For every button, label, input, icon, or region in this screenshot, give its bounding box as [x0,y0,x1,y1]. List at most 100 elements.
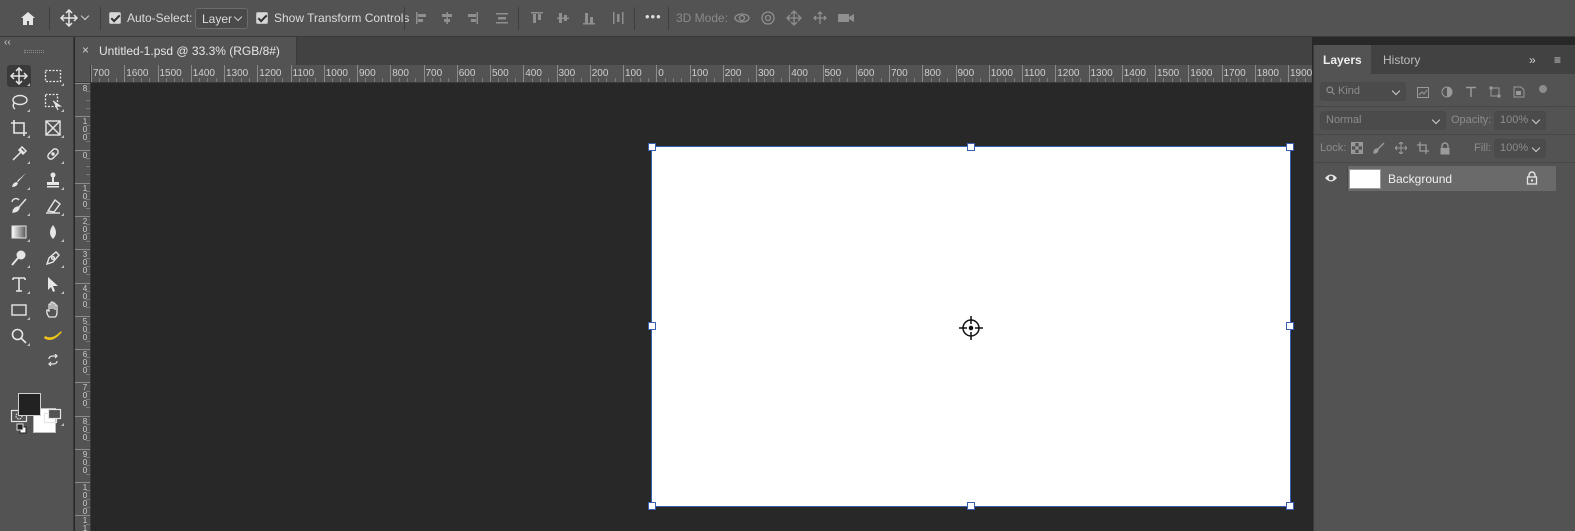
ruler-label: 300 [758,68,775,79]
ruler-minor-tick [215,78,217,82]
document-tab[interactable]: × Untitled-1.psd @ 33.3% (RGB/8#) [75,37,297,65]
gradient-tool-button[interactable] [7,221,31,243]
crop-tool-button[interactable] [7,117,31,139]
move-tool-icon[interactable] [59,8,79,28]
tool-preset-chevron-icon[interactable] [80,8,94,28]
transform-handle-bottom-left[interactable] [648,502,656,510]
ruler-minor-tick [415,78,417,82]
blend-mode-dropdown[interactable]: Normal [1320,111,1446,130]
lock-image-pixels-icon[interactable] [1372,141,1386,155]
filter-pixel-layers-icon[interactable] [1416,85,1430,99]
ruler-origin[interactable] [75,65,91,83]
transform-handle-top[interactable] [967,143,975,151]
layer-thumbnail[interactable] [1349,169,1381,189]
banana-tool-button[interactable] [41,325,65,347]
rectangle-tool-button[interactable] [7,299,31,321]
move-tool-button[interactable] [7,65,31,87]
ruler-label: 700 [93,68,110,79]
ruler-major-tick [889,65,890,82]
frame-tool-button[interactable] [41,117,65,139]
dodge-tool-button[interactable] [7,247,31,269]
expand-panels-button[interactable]: » [1529,53,1536,67]
blur-tool-button[interactable] [41,221,65,243]
clone-stamp-tool-button[interactable] [41,169,65,191]
layer-lock-icon[interactable] [1526,171,1538,185]
lock-transparent-pixels-icon[interactable] [1350,141,1364,155]
opacity-label: Opacity: [1451,114,1492,126]
eraser-tool-button[interactable] [41,195,65,217]
search-icon [1326,86,1335,95]
foreground-color-swatch[interactable] [18,393,41,416]
rectangular-marquee-tool-button[interactable] [41,65,65,87]
ruler-major-tick [323,65,325,82]
ruler-major-tick [656,65,658,82]
filter-adjustment-layers-icon[interactable] [1440,85,1454,99]
align-vertical-centers-icon[interactable] [553,8,573,28]
transform-handle-bottom[interactable] [967,502,975,510]
transform-handle-bottom-right[interactable] [1286,502,1294,510]
lock-position-icon[interactable] [1394,141,1408,155]
horizontal-ruler[interactable]: 700 1600 1500 1400 1300 1200 1100 1000 900 800 700… [91,65,1312,83]
type-tool-button[interactable] [7,273,31,295]
show-transform-controls-checkbox[interactable] [256,12,268,24]
history-brush-tool-button[interactable] [7,195,31,217]
zoom-tool-button[interactable] [7,325,31,347]
filter-type-layers-icon[interactable] [1464,85,1478,99]
ruler-minor-tick [647,78,649,82]
spot-healing-brush-tool-button[interactable] [41,143,65,165]
lock-row: Lock: Fill: 100% [1314,135,1575,163]
collapse-toolbar-button[interactable]: ‹‹ [4,37,11,48]
auto-select-target-dropdown[interactable]: Layer [195,8,248,29]
tab-history[interactable]: History [1374,45,1429,74]
filter-toggle-icon[interactable] [1536,82,1550,96]
close-document-button[interactable]: × [82,43,89,57]
object-selection-tool-button[interactable] [41,91,65,113]
ruler-major-tick [456,65,458,82]
transform-handle-top-right[interactable] [1286,143,1294,151]
pen-tool-button[interactable] [41,247,65,269]
fill-input[interactable]: 100% [1494,139,1546,158]
filter-kind-dropdown[interactable]: Kind [1320,82,1406,101]
reference-point-icon[interactable] [958,315,984,341]
3d-slide-icon[interactable] [810,8,830,28]
brush-tool-button[interactable] [7,169,31,191]
align-bottom-edges-icon[interactable] [579,8,599,28]
ruler-label: 1100 [292,68,315,79]
distribute-horizontal-icon[interactable] [608,8,628,28]
transform-handle-right[interactable] [1286,322,1294,330]
panel-menu-button[interactable]: ≡ [1554,53,1561,67]
path-selection-tool-button[interactable] [41,273,65,295]
toolbar-grip[interactable] [24,50,44,53]
ruler-minor-tick [747,78,749,82]
3d-orbit-icon[interactable] [732,8,752,28]
tab-layers[interactable]: Layers [1314,45,1371,74]
hand-tool-button[interactable] [41,299,65,321]
align-right-edges-icon[interactable] [462,8,482,28]
filter-shape-layers-icon[interactable] [1488,85,1502,99]
transform-handle-left[interactable] [648,322,656,330]
3d-roll-icon[interactable] [758,8,778,28]
lasso-tool-button[interactable] [7,91,31,113]
distribute-vertical-icon[interactable] [492,8,512,28]
home-icon[interactable] [18,8,38,28]
layer-visibility-eye-icon[interactable] [1324,172,1338,184]
opacity-input[interactable]: 100% [1494,111,1546,130]
3d-camera-icon[interactable] [836,8,856,28]
filter-smart-objects-icon[interactable] [1512,85,1526,99]
transform-handle-top-left[interactable] [648,143,656,151]
swap-colors-icon[interactable] [47,353,59,367]
vertical-ruler[interactable]: 8 100 0 100 200 300 400 500 600 700 800 900 1000 11 [75,83,91,531]
align-top-edges-icon[interactable] [527,8,547,28]
layer-name[interactable]: Background [1388,172,1452,186]
screen-mode-icon[interactable] [41,405,65,427]
align-left-edges-icon[interactable] [412,8,432,28]
layer-row-background[interactable]: Background [1314,166,1556,191]
more-options-button[interactable]: ••• [645,9,662,24]
eyedropper-tool-button[interactable] [7,143,31,165]
ruler-minor-tick [348,78,350,82]
lock-artboard-icon[interactable] [1416,141,1430,155]
align-horizontal-centers-icon[interactable] [437,8,457,28]
3d-pan-icon[interactable] [784,8,804,28]
lock-all-icon[interactable] [1438,141,1452,155]
auto-select-checkbox[interactable] [109,12,121,24]
